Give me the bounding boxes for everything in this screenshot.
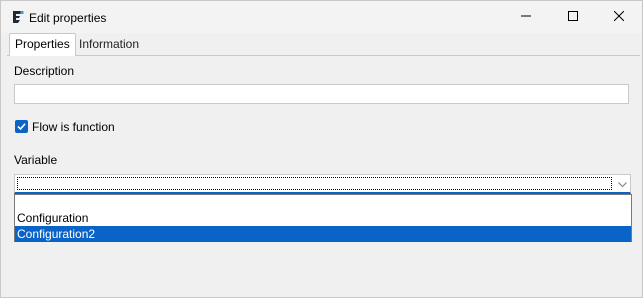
minimize-button[interactable]: [503, 1, 549, 33]
variable-selected-value: [17, 177, 612, 190]
checkmark-icon: [15, 120, 28, 133]
window-title: Edit properties: [29, 11, 107, 25]
variable-options-list: Configuration Configuration2: [14, 194, 632, 242]
list-item-blank[interactable]: [15, 195, 631, 211]
maximize-icon: [568, 10, 578, 24]
flow-is-function-checkbox[interactable]: [15, 120, 28, 133]
chevron-down-icon: [617, 177, 627, 191]
edit-properties-dialog: Edit properties Properties Information D…: [0, 0, 643, 298]
minimize-icon: [521, 10, 531, 24]
variable-select[interactable]: [14, 174, 631, 194]
properties-panel: Description Flow is function Variable: [7, 55, 640, 297]
dropdown-toggle[interactable]: [614, 175, 630, 193]
description-input[interactable]: [14, 84, 629, 104]
description-label: Description: [14, 64, 75, 78]
flow-is-function-label[interactable]: Flow is function: [32, 119, 115, 135]
close-icon: [613, 10, 625, 24]
list-item-configuration[interactable]: Configuration: [15, 210, 631, 226]
tab-information[interactable]: Information: [74, 34, 144, 55]
tab-strip: Properties Information: [1, 33, 642, 56]
maximize-button[interactable]: [550, 1, 596, 33]
list-item-configuration2[interactable]: Configuration2: [15, 226, 631, 242]
tab-properties[interactable]: Properties: [9, 33, 76, 56]
app-logo-icon: [11, 10, 25, 24]
title-bar[interactable]: Edit properties: [1, 1, 642, 33]
variable-label: Variable: [14, 153, 58, 167]
close-button[interactable]: [596, 1, 642, 33]
